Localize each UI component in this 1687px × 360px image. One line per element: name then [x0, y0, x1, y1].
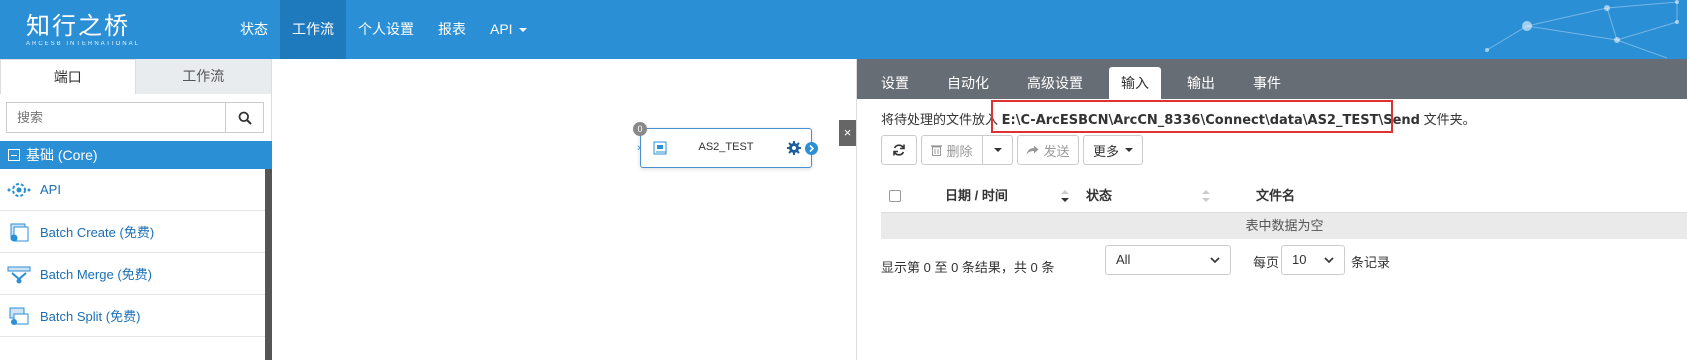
list-item[interactable]: Batch Merge (免费) — [0, 253, 265, 295]
main-nav: 状态 工作流 个人设置 报表 API — [228, 0, 539, 59]
send-button[interactable]: 发送 — [1017, 135, 1079, 165]
filter-select-value: All — [1116, 252, 1131, 267]
per-page-label: 每页 — [1253, 255, 1280, 270]
nav-item-api-label: API — [490, 21, 513, 37]
nav-item-reports[interactable]: 报表 — [426, 0, 478, 59]
connector-label: Batch Create (免费) — [40, 225, 155, 240]
page-size-select[interactable]: 10 — [1281, 245, 1345, 275]
delete-dropdown-button[interactable] — [983, 135, 1013, 165]
node-count-badge: 0 — [633, 122, 647, 136]
connector-sidebar: 端口 工作流 基础 (Core) API — [0, 59, 272, 360]
connector-label: Batch Split (免费) — [40, 309, 141, 324]
nav-item-profile[interactable]: 个人设置 — [346, 0, 426, 59]
tab-automation[interactable]: 自动化 — [935, 67, 1001, 99]
caret-down-icon — [1125, 148, 1133, 152]
column-header-filename[interactable]: 文件名 — [1256, 179, 1295, 213]
refresh-icon — [893, 144, 905, 156]
list-item[interactable]: Batch Create (免费) — [0, 211, 265, 253]
file-toolbar: 删除 发送 更多 — [881, 135, 1147, 165]
category-label: 基础 (Core) — [26, 147, 98, 163]
batch-merge-icon — [7, 266, 31, 283]
top-navbar: 知行之桥 ARCESB INTERNATIONAL 状态 工作流 个人设置 报表… — [0, 0, 1687, 59]
logo-subtext: ARCESB INTERNATIONAL — [26, 41, 140, 47]
sort-desc-icon[interactable] — [1061, 189, 1069, 203]
highlight-box — [991, 100, 1393, 133]
sidebar-tabs: 端口 工作流 — [0, 59, 271, 94]
connector-settings-panel: 设置 自动化 高级设置 输入 输出 事件 将待处理的文件放入 E:\C-ArcE… — [856, 59, 1687, 360]
select-all-checkbox[interactable] — [889, 190, 901, 202]
output-port-icon[interactable] — [805, 142, 818, 155]
collapse-icon — [8, 149, 20, 162]
panel-tabs: 设置 自动化 高级设置 输入 输出 事件 — [857, 59, 1687, 99]
delete-label: 删除 — [946, 143, 973, 159]
search-button[interactable] — [225, 103, 263, 132]
search-icon — [238, 111, 252, 125]
table-header: 日期 / 时间 状态 文件名 — [881, 179, 1687, 213]
batch-split-icon — [9, 307, 29, 325]
sort-icon[interactable] — [1202, 189, 1210, 203]
list-item[interactable]: Batch Split (免费) — [0, 295, 265, 337]
logo-text: 知行之桥 — [26, 12, 130, 40]
column-header-datetime[interactable]: 日期 / 时间 — [945, 179, 1008, 213]
chevron-down-icon — [1324, 257, 1334, 264]
tab-workflow[interactable]: 工作流 — [136, 59, 272, 94]
workflow-node[interactable]: 0 › AS2_TEST — [633, 122, 818, 168]
gear-icon[interactable] — [787, 141, 801, 155]
workflow-canvas[interactable]: 0 › AS2_TEST × — [272, 59, 856, 360]
node-name: AS2_TEST — [698, 141, 754, 153]
logo[interactable]: 知行之桥 ARCESB INTERNATIONAL — [26, 12, 140, 47]
pagination-summary: 显示第 0 至 0 条结果，共 0 条 — [881, 260, 1055, 275]
close-panel-button[interactable]: × — [839, 120, 856, 146]
trash-icon — [931, 145, 943, 156]
records-label: 条记录 — [1351, 255, 1391, 270]
tab-ports[interactable]: 端口 — [0, 59, 136, 94]
chevron-down-icon — [1210, 257, 1220, 264]
send-label: 发送 — [1043, 143, 1070, 159]
more-label: 更多 — [1092, 143, 1119, 159]
info-prefix: 将待处理的文件放入 — [881, 112, 999, 127]
tab-events[interactable]: 事件 — [1241, 67, 1293, 99]
caret-down-icon — [993, 148, 1002, 152]
batch-create-icon — [10, 223, 29, 241]
caret-down-icon — [518, 28, 527, 33]
search-input[interactable] — [7, 103, 225, 132]
network-decoration-icon — [1485, 0, 1679, 59]
list-item[interactable]: API — [0, 169, 265, 211]
category-header[interactable]: 基础 (Core) — [0, 141, 272, 169]
delete-button[interactable]: 删除 — [921, 135, 983, 165]
nav-item-status[interactable]: 状态 — [228, 0, 280, 59]
nav-item-workflow[interactable]: 工作流 — [280, 0, 346, 59]
tab-settings[interactable]: 设置 — [869, 67, 921, 99]
share-arrow-icon — [1026, 145, 1039, 155]
info-suffix: 文件夹。 — [1423, 112, 1476, 127]
refresh-button[interactable] — [881, 135, 917, 165]
tab-advanced[interactable]: 高级设置 — [1015, 67, 1095, 99]
api-gear-icon — [7, 182, 31, 197]
column-header-status[interactable]: 状态 — [1086, 179, 1112, 213]
connector-label: API — [40, 182, 61, 197]
page-size-value: 10 — [1292, 252, 1307, 267]
table-empty-row: 表中数据为空 — [881, 213, 1687, 239]
search-box — [6, 102, 264, 133]
tab-output[interactable]: 输出 — [1175, 67, 1227, 99]
connector-label: Batch Merge (免费) — [40, 267, 152, 282]
filter-select[interactable]: All — [1105, 245, 1231, 275]
sidebar-scrollbar[interactable] — [265, 169, 272, 360]
more-button[interactable]: 更多 — [1083, 135, 1143, 165]
connector-list: API Batch Create (免费) Batch Merge (免费) B… — [0, 169, 265, 337]
nav-item-api[interactable]: API — [478, 0, 539, 59]
tab-input[interactable]: 输入 — [1109, 67, 1161, 99]
